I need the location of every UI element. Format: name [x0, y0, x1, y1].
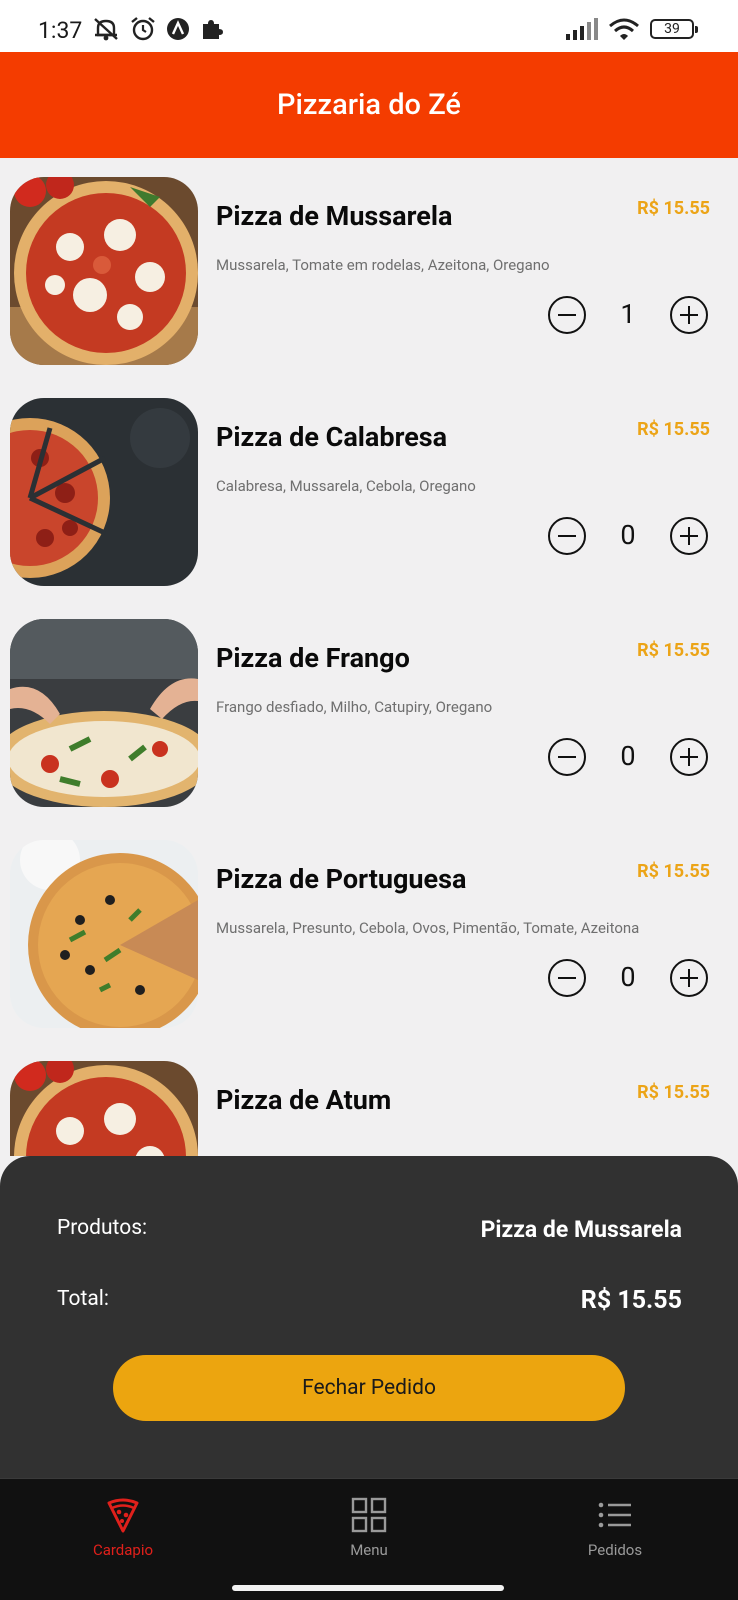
- home-indicator[interactable]: [232, 1585, 504, 1591]
- quantity-value: 0: [620, 519, 636, 551]
- pizza-slice-icon: [107, 1498, 139, 1533]
- nav-label-pedidos: Pedidos: [587, 1541, 643, 1559]
- nav-item-cardapio[interactable]: Cardapio: [0, 1479, 246, 1571]
- product-card[interactable]: Pizza de Atum R$ 15.55: [0, 1042, 738, 1156]
- app-header: Pizzaria do Zé: [0, 52, 738, 158]
- product-name: Pizza de Atum: [216, 1084, 392, 1116]
- alarm-icon: [131, 17, 155, 41]
- wifi-icon: [609, 18, 639, 40]
- product-name: Pizza de Mussarela: [216, 200, 453, 232]
- list-icon: [598, 1502, 631, 1528]
- nav-item-menu[interactable]: Menu: [246, 1479, 492, 1571]
- nav-item-pedidos[interactable]: Pedidos: [492, 1479, 738, 1571]
- status-bar: 1:37 39: [0, 0, 738, 52]
- decrease-button[interactable]: [548, 296, 586, 334]
- decrease-button[interactable]: [548, 959, 586, 997]
- product-price: R$ 15.55: [637, 640, 710, 661]
- increase-button[interactable]: [670, 296, 708, 334]
- total-value: R$ 15.55: [580, 1286, 682, 1315]
- quantity-value: 0: [620, 740, 636, 772]
- page-title: Pizzaria do Zé: [277, 88, 461, 122]
- quantity-stepper: 1: [548, 296, 708, 336]
- product-name: Pizza de Portuguesa: [216, 863, 467, 895]
- signal-icon: [566, 18, 598, 40]
- product-image: [10, 398, 198, 586]
- product-image: [10, 619, 198, 807]
- products-label: Produtos:: [57, 1216, 148, 1240]
- product-description: Frango desfiado, Milho, Catupiry, Oregan…: [216, 698, 493, 716]
- quantity-stepper: 0: [548, 959, 708, 999]
- product-price: R$ 15.55: [637, 198, 710, 219]
- product-card[interactable]: Pizza de Calabresa R$ 15.55 Calabresa, M…: [0, 379, 738, 605]
- minus-icon: [558, 534, 576, 538]
- product-description: Calabresa, Mussarela, Cebola, Oregano: [216, 477, 476, 495]
- increase-button[interactable]: [670, 959, 708, 997]
- product-card[interactable]: Pizza de Portuguesa R$ 15.55 Mussarela, …: [0, 821, 738, 1047]
- quantity-stepper: 0: [548, 738, 708, 778]
- total-label: Total:: [57, 1287, 109, 1311]
- quantity-value: 1: [620, 298, 636, 330]
- gesture-bar: [0, 1570, 738, 1600]
- decrease-button[interactable]: [548, 738, 586, 776]
- product-card[interactable]: Pizza de Frango R$ 15.55 Frango desfiado…: [0, 600, 738, 826]
- nav-label-cardapio: Cardapio: [92, 1541, 154, 1559]
- product-name: Pizza de Calabresa: [216, 421, 448, 453]
- order-summary-panel: Produtos: Pizza de Mussarela Total: R$ 1…: [0, 1156, 738, 1478]
- product-description: Mussarela, Tomate em rodelas, Azeitona, …: [216, 256, 550, 274]
- grid-icon: [351, 1497, 387, 1533]
- puzzle-icon: [203, 20, 223, 39]
- product-price: R$ 15.55: [637, 861, 710, 882]
- increase-button[interactable]: [670, 517, 708, 555]
- product-list[interactable]: Pizza de Mussarela R$ 15.55 Mussarela, T…: [0, 158, 738, 1156]
- minus-icon: [558, 976, 576, 980]
- increase-button[interactable]: [670, 738, 708, 776]
- app-a-icon: [167, 18, 189, 40]
- bottom-navigation: Cardapio Menu Pedidos: [0, 1478, 738, 1570]
- product-price: R$ 15.55: [637, 1082, 710, 1103]
- minus-icon: [558, 313, 576, 317]
- battery-icon: 39: [650, 19, 698, 39]
- product-image: [10, 840, 198, 1028]
- quantity-value: 0: [620, 961, 636, 993]
- product-card[interactable]: Pizza de Mussarela R$ 15.55 Mussarela, T…: [0, 158, 738, 384]
- product-price: R$ 15.55: [637, 419, 710, 440]
- products-value: Pizza de Mussarela: [480, 1216, 682, 1243]
- muted-bell-icon: [94, 18, 118, 41]
- product-description: Mussarela, Presunto, Cebola, Ovos, Pimen…: [216, 919, 640, 937]
- status-time: 1:37: [38, 17, 83, 44]
- minus-icon: [558, 755, 576, 759]
- decrease-button[interactable]: [548, 517, 586, 555]
- product-image: [10, 177, 198, 365]
- product-name: Pizza de Frango: [216, 642, 410, 674]
- close-order-button[interactable]: Fechar Pedido: [113, 1355, 625, 1421]
- quantity-stepper: 0: [548, 517, 708, 557]
- product-image: [10, 1061, 198, 1156]
- nav-label-menu: Menu: [350, 1541, 388, 1559]
